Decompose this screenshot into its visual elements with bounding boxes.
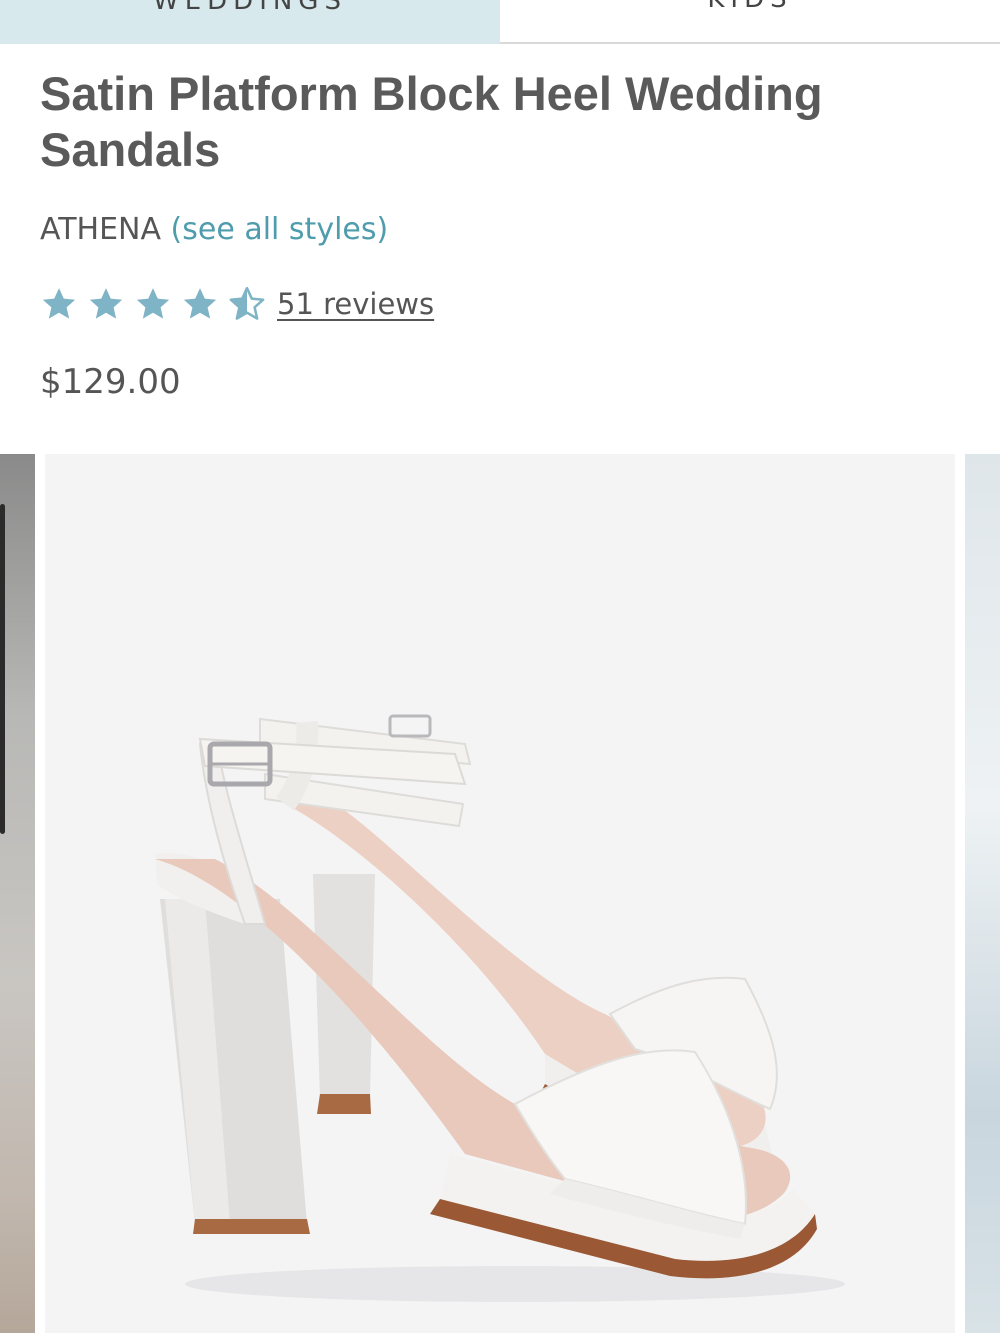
sandal-illustration — [155, 714, 845, 1302]
product-price: $129.00 — [40, 362, 181, 402]
star-icon — [89, 288, 123, 319]
tab-kids[interactable]: KIDS — [500, 0, 1000, 44]
brand-row: ATHENA (see all styles) — [40, 212, 388, 247]
tab-kids-label: KIDS — [707, 0, 792, 14]
product-title: Satin Platform Block Heel Wedding Sandal… — [40, 67, 823, 176]
previous-image-peek[interactable] — [0, 454, 35, 1333]
next-image-peek[interactable] — [965, 454, 1000, 1333]
star-icon — [183, 288, 217, 319]
brand-name: ATHENA — [40, 212, 161, 247]
image-carousel[interactable] — [0, 454, 1000, 1333]
scroll-indicator — [0, 504, 5, 834]
star-half-icon — [229, 286, 265, 320]
tab-weddings-label: WEDDINGS — [153, 0, 347, 16]
category-tabs: WEDDINGS KIDS — [0, 0, 1000, 44]
tab-weddings[interactable]: WEDDINGS — [0, 0, 500, 44]
rating-row[interactable]: 51 reviews — [40, 282, 434, 326]
see-all-styles-link[interactable]: (see all styles) — [171, 212, 389, 247]
reviews-link[interactable]: 51 reviews — [277, 287, 434, 321]
product-image[interactable] — [45, 454, 955, 1333]
star-icon — [42, 288, 76, 319]
star-icon — [136, 288, 170, 319]
